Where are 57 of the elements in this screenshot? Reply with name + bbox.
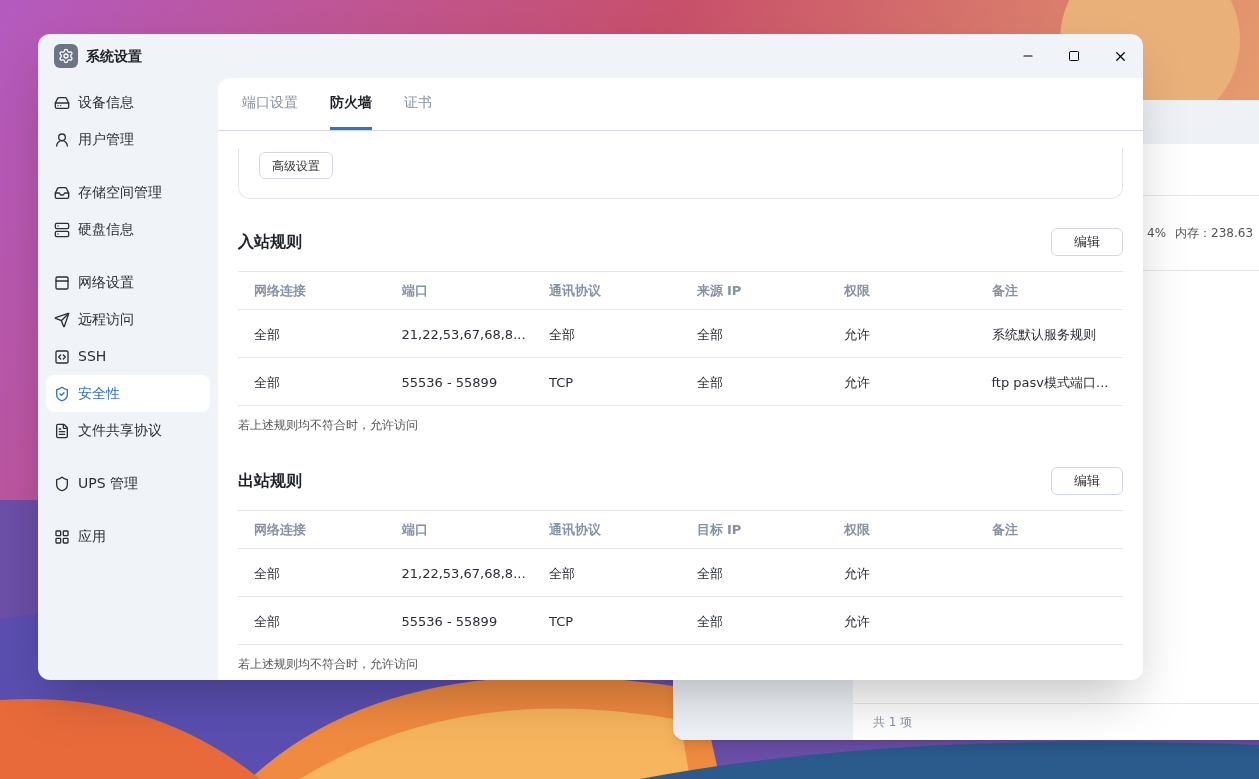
item-count: 共 1 项: [873, 714, 913, 731]
column-header: 网络连接: [253, 520, 307, 539]
sidebar-item[interactable]: 网络设置: [46, 264, 210, 301]
sidebar-item[interactable]: 用户管理: [46, 121, 210, 158]
table-cell: 系统默认服务规则: [991, 326, 1096, 342]
stat-text: 内存：238.63: [1175, 225, 1254, 242]
sidebar-item[interactable]: 设备信息: [46, 84, 210, 121]
table-cell: 全部: [696, 565, 723, 581]
table-cell: 21,22,53,67,68,8...: [401, 565, 526, 581]
table-cell: 55536 - 55899: [401, 374, 498, 390]
table-cell: 全部: [254, 565, 280, 581]
column-header: 权限: [843, 281, 871, 300]
edit-button[interactable]: 编辑: [1051, 228, 1123, 256]
column-header: 通讯协议: [548, 281, 602, 300]
sidebar-item[interactable]: 文件共享协议: [46, 412, 210, 449]
column-header: 目标 IP: [695, 520, 743, 539]
sidebar-item[interactable]: 存储空间管理: [46, 174, 210, 211]
table-cell: ftp pasv模式端口...: [991, 374, 1109, 390]
section-title: 入站规则: [238, 231, 302, 253]
table-cell: TCP: [549, 374, 574, 390]
column-header: 通讯协议: [548, 520, 602, 539]
edit-button[interactable]: 编辑: [1051, 467, 1123, 495]
window-title: 系统设置: [86, 46, 142, 66]
table-cell: 全部: [696, 613, 723, 629]
sidebar-item[interactable]: 安全性: [46, 375, 210, 412]
table-cell: 允许: [844, 613, 870, 629]
table-cell: 全部: [696, 326, 723, 342]
footnote: 若上述规则均不符合时，允许访问: [238, 656, 418, 673]
sidebar-item[interactable]: UPS 管理: [46, 465, 210, 502]
sidebar-item[interactable]: SSH: [46, 338, 210, 375]
tab[interactable]: 防火墙: [330, 78, 372, 130]
column-header: 网络连接: [253, 281, 307, 300]
column-header: 端口: [400, 281, 429, 300]
column-header: 权限: [843, 520, 871, 539]
table-cell: 允许: [844, 565, 870, 581]
footnote: 若上述规则均不符合时，允许访问: [238, 417, 418, 434]
table-cell: TCP: [549, 613, 574, 629]
column-header: 来源 IP: [695, 281, 743, 300]
column-header: 备注: [990, 520, 1019, 539]
stat-text: 4%: [1147, 225, 1167, 242]
table-cell: 全部: [696, 374, 723, 390]
sidebar-item[interactable]: 硬盘信息: [46, 211, 210, 248]
table-cell: 全部: [254, 613, 280, 629]
table-cell: 55536 - 55899: [401, 613, 498, 629]
section-title: 出站规则: [238, 470, 302, 492]
table-cell: 21,22,53,67,68,8...: [401, 326, 526, 342]
table-cell: 全部: [254, 326, 280, 342]
table-cell: 全部: [549, 565, 575, 581]
sidebar-item[interactable]: 应用: [46, 518, 210, 555]
table-cell: 全部: [254, 374, 280, 390]
table-cell: 全部: [549, 326, 575, 342]
table-cell: 允许: [844, 326, 870, 342]
advanced-settings-button[interactable]: 高级设置: [259, 152, 333, 179]
table-cell: 允许: [844, 374, 870, 390]
sidebar-item[interactable]: 远程访问: [46, 301, 210, 338]
column-header: 端口: [400, 520, 429, 539]
column-header: 备注: [990, 281, 1019, 300]
